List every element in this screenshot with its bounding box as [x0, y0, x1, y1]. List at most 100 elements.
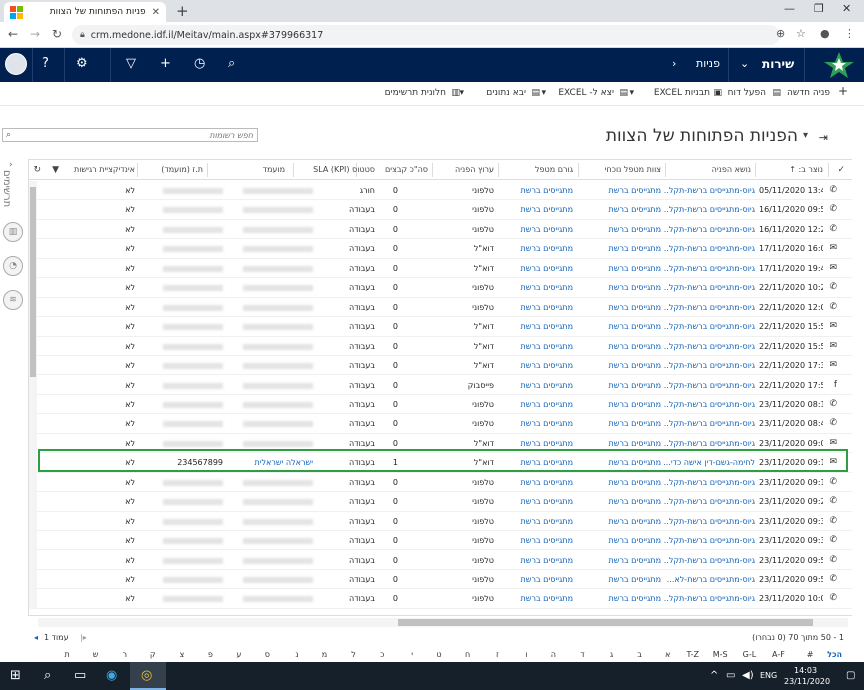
alphabet-filter-letter[interactable]: ו — [525, 650, 527, 659]
table-row[interactable]: ✆ 23/11/2020 09:58 גיוס-מתגייסים ברשת-לא..… — [29, 570, 852, 590]
cell-team[interactable]: מתגייסים ברשת — [579, 303, 661, 312]
cell-subject[interactable]: גיוס-מתגייסים ברשת-תקל... — [663, 594, 755, 603]
column-header-sla[interactable]: סטטוס SLA (KPI) — [305, 165, 375, 174]
cell-subject[interactable]: גיוס-מתגייסים ברשת-תקל... — [663, 497, 755, 506]
chevron-down-icon[interactable]: ▾ — [629, 88, 634, 98]
cell-handler[interactable]: מתגייסים ברשת — [499, 439, 573, 448]
table-row[interactable]: ✆ 23/11/2020 10:00 גיוס-מתגייסים ברשת-תקל.… — [29, 589, 852, 609]
cell-subject[interactable]: גיוס-מתגייסים ברשת-תקל... — [663, 244, 755, 253]
column-header-created[interactable]: נוצר ב: ↑ — [763, 165, 823, 174]
minimize-icon[interactable]: — — [784, 2, 795, 15]
network-icon[interactable]: ▭ — [726, 670, 735, 681]
table-row[interactable]: ✉ 22/11/2020 17:37 גיוס-מתגייסים ברשת-תקל.… — [29, 356, 852, 376]
volume-icon[interactable]: ◀) — [742, 670, 754, 681]
cell-team[interactable]: מתגייסים ברשת — [579, 381, 661, 390]
cell-team[interactable]: מתגייסים ברשת — [579, 400, 661, 409]
browser-tab[interactable]: פניות הפתוחות של הצוות ✕ — [4, 2, 166, 22]
close-window-icon[interactable]: ✕ — [842, 2, 851, 15]
cell-subject[interactable]: גיוס-מתגייסים ברשת-תקל... — [663, 322, 755, 331]
forward-icon[interactable]: → — [30, 27, 40, 41]
cell-team[interactable]: מתגייסים ברשת — [579, 244, 661, 253]
task-view-icon[interactable]: ▭ — [74, 668, 86, 683]
url-box[interactable]: 🔒︎ crm.medone.idf.il/Meitav/main.aspx#37… — [72, 25, 780, 45]
filter-icon[interactable]: ▼ — [49, 165, 59, 175]
alphabet-filter-letter[interactable]: ב — [637, 650, 642, 659]
help-icon[interactable]: ? — [42, 56, 49, 71]
cell-handler[interactable]: מתגייסים ברשת — [499, 497, 573, 506]
cell-subject[interactable]: גיוס-מתגייסים ברשת-תקל... — [663, 264, 755, 273]
cell-subject[interactable]: גיוס-מתגייסים ברשת-תקל... — [663, 381, 755, 390]
table-row[interactable]: ✉ 22/11/2020 15:57 גיוס-מתגייסים ברשת-תקל.… — [29, 317, 852, 337]
table-row[interactable]: ✉ 22/11/2020 15:59 גיוס-מתגייסים ברשת-תקל.… — [29, 337, 852, 356]
table-row[interactable]: ✆ 22/11/2020 10:22 גיוס-מתגייסים ברשת-תקל.… — [29, 278, 852, 298]
cell-team[interactable]: מתגייסים ברשת — [579, 594, 661, 603]
table-row[interactable]: ✆ 23/11/2020 08:11 גיוס-מתגייסים ברשת-תקל.… — [29, 395, 852, 415]
user-avatar[interactable] — [5, 53, 27, 75]
cell-subject[interactable]: גיוס-מתגייסים ברשת-תקל... — [663, 439, 755, 448]
chevron-down-icon[interactable]: ▾ — [459, 88, 464, 98]
nav-area-chevron-icon[interactable]: ‹ — [672, 57, 676, 70]
import-data-button[interactable]: יבא נתונים — [486, 88, 526, 98]
search-icon[interactable]: ⌕ — [44, 668, 51, 683]
search-icon[interactable]: ⌕ — [228, 56, 235, 71]
table-row[interactable]: ✆ 16/11/2020 12:21 גיוס-מתגייסים ברשת-תקל.… — [29, 220, 852, 240]
cell-handler[interactable]: מתגייסים ברשת — [499, 186, 573, 195]
menu-dots-icon[interactable]: ⋮ — [844, 27, 855, 40]
cell-handler[interactable]: מתגייסים ברשת — [499, 575, 573, 584]
dashboards-button[interactable]: חלונית תרשימים — [385, 88, 446, 98]
alphabet-filter-letter[interactable]: נ — [295, 650, 298, 659]
tray-chevron-icon[interactable]: ^ — [710, 670, 718, 681]
column-header-handler[interactable]: גורם מטפל — [503, 165, 573, 174]
alphabet-filter-letter[interactable]: # — [807, 650, 814, 659]
view-selector-chevron-icon[interactable]: ▾ — [803, 130, 808, 141]
column-header-channel[interactable]: ערוץ הפניה — [434, 165, 494, 174]
close-tab-icon[interactable]: ✕ — [152, 7, 160, 18]
alphabet-filter-letter[interactable]: G-L — [743, 650, 757, 659]
run-report-button[interactable]: הפעל דוח — [728, 88, 766, 98]
cell-subject[interactable]: גיוס-מתגייסים ברשת-תקל... — [663, 419, 755, 428]
column-header-sensitivity[interactable]: אינדיקציית רגישות — [55, 165, 135, 174]
alphabet-filter-letter[interactable]: ל — [351, 650, 356, 659]
new-case-button[interactable]: פניה חדשה — [787, 88, 830, 98]
alphabet-filter-letter[interactable]: T-Z — [686, 650, 699, 659]
alphabet-filter-letter[interactable]: ק — [150, 650, 156, 659]
alphabet-filter-letter[interactable]: מ — [322, 650, 327, 659]
search-icon[interactable]: ⌕ — [6, 130, 11, 140]
back-icon[interactable]: ← — [8, 27, 18, 41]
pin-icon[interactable]: ⇥ — [819, 131, 828, 144]
refresh-icon[interactable]: ↻ — [31, 165, 41, 175]
cell-handler[interactable]: מתגייסים ברשת — [499, 244, 573, 253]
profile-icon[interactable]: ● — [820, 27, 830, 40]
alphabet-filter-letter[interactable]: M-S — [713, 650, 728, 659]
line-chart-icon[interactable]: ≋ — [3, 290, 23, 310]
cell-team[interactable]: מתגייסים ברשת — [579, 478, 661, 487]
cell-handler[interactable]: מתגייסים ברשת — [499, 264, 573, 273]
cell-team[interactable]: מתגייסים ברשת — [579, 575, 661, 584]
cell-team[interactable]: מתגייסים ברשת — [579, 283, 661, 292]
table-row[interactable]: ✆ 23/11/2020 09:53 גיוס-מתגייסים ברשת-תקל.… — [29, 551, 852, 570]
new-tab-icon[interactable]: + — [176, 2, 189, 20]
scroll-thumb[interactable] — [30, 187, 36, 377]
column-header-candidate[interactable]: מועמד — [235, 165, 285, 174]
first-page-icon[interactable]: ◂ — [34, 633, 38, 642]
table-row[interactable]: ✆ 22/11/2020 12:03 גיוס-מתגייסים ברשת-תקל.… — [29, 298, 852, 318]
cell-team[interactable]: מתגייסים ברשת — [579, 361, 661, 370]
cell-handler[interactable]: מתגייסים ברשת — [499, 536, 573, 545]
cell-handler[interactable]: מתגייסים ברשת — [499, 419, 573, 428]
cell-handler[interactable]: מתגייסים ברשת — [499, 283, 573, 292]
nav-module-service[interactable]: שירות — [762, 57, 794, 71]
column-header-files[interactable]: סה"כ קבצים — [373, 165, 428, 174]
table-row[interactable]: ✆ 23/11/2020 09:29 גיוס-מתגייסים ברשת-תקל.… — [29, 492, 852, 512]
cell-subject[interactable]: גיוס-מתגייסים ברשת-תקל... — [663, 342, 755, 351]
cell-handler[interactable]: מתגייסים ברשת — [499, 225, 573, 234]
table-row[interactable]: ✆ 05/11/2020 13:45 גיוס-מתגייסים ברשת-תקל.… — [29, 181, 852, 201]
alphabet-filter-letter[interactable]: ע — [236, 650, 241, 659]
cell-team[interactable]: מתגייסים ברשת — [579, 536, 661, 545]
table-row[interactable]: ✆ 23/11/2020 08:44 גיוס-מתגייסים ברשת-תקל.… — [29, 414, 852, 434]
cell-subject[interactable]: גיוס-מתגייסים ברשת-תקל... — [663, 361, 755, 370]
column-header-subject[interactable]: נושא הפניה — [666, 165, 751, 174]
cell-team[interactable]: מתגייסים ברשת — [579, 205, 661, 214]
cell-team[interactable]: מתגייסים ברשת — [579, 556, 661, 565]
cell-team[interactable]: מתגייסים ברשת — [579, 517, 661, 526]
cell-team[interactable]: מתגייסים ברשת — [579, 439, 661, 448]
